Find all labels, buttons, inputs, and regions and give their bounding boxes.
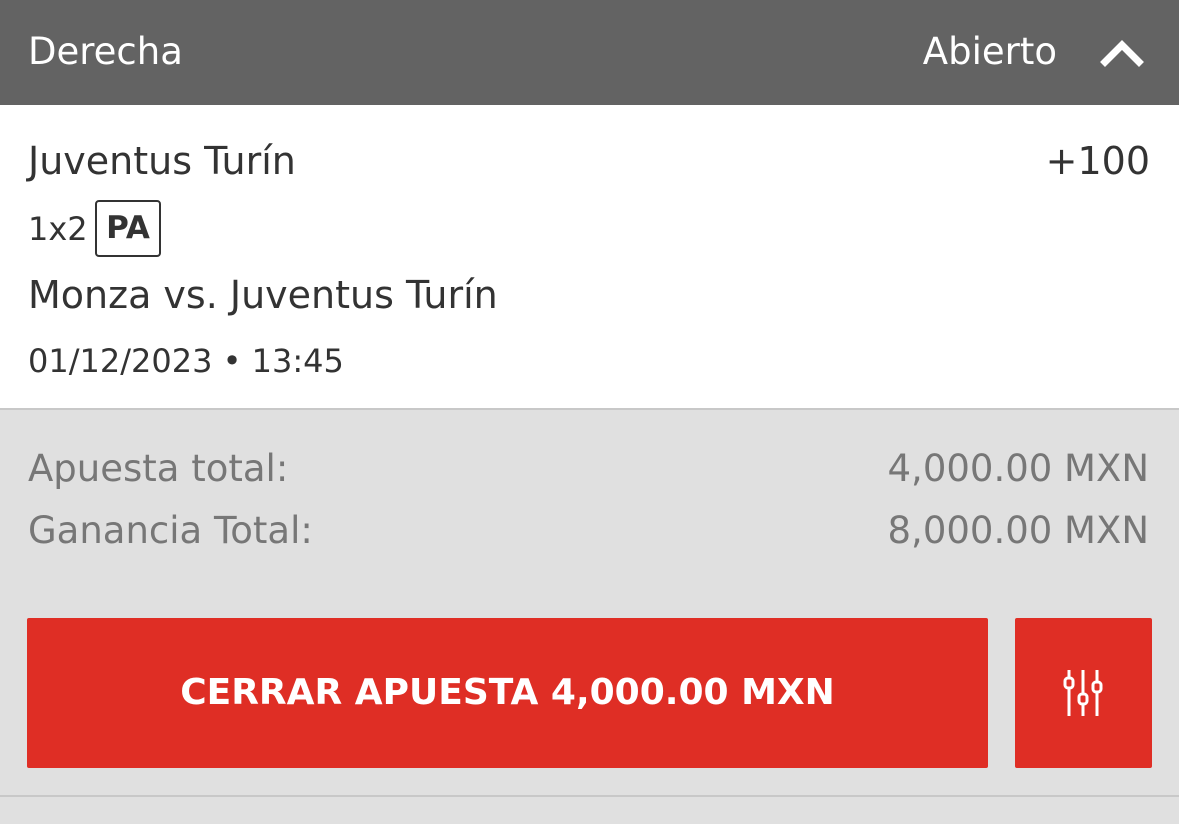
- cashout-settings-button[interactable]: [1015, 618, 1152, 768]
- payout-value: 8,000.00 MXN: [887, 509, 1149, 552]
- cashout-button[interactable]: CERRAR APUESTA 4,000.00 MXN: [27, 618, 988, 768]
- bet-type-title: Derecha: [28, 30, 183, 73]
- sliders-icon: [1063, 670, 1103, 716]
- market-badge: PA: [95, 200, 161, 257]
- event-name: Monza vs. Juventus Turín: [28, 273, 498, 317]
- divider: [0, 408, 1179, 410]
- bet-details: Juventus Turín +100 1x2 PA Monza vs. Juv…: [0, 105, 1179, 408]
- odds-value: +100: [1045, 139, 1150, 183]
- market-name: 1x2: [28, 210, 88, 248]
- selection-name: Juventus Turín: [28, 139, 296, 183]
- event-datetime: 01/12/2023 • 13:45: [28, 342, 344, 380]
- stake-label: Apuesta total:: [28, 447, 289, 490]
- payout-label: Ganancia Total:: [28, 509, 313, 552]
- chevron-up-icon[interactable]: [1100, 36, 1144, 68]
- stake-value: 4,000.00 MXN: [887, 447, 1149, 490]
- divider: [0, 795, 1179, 797]
- bet-status: Abierto: [922, 30, 1057, 73]
- bet-header[interactable]: Derecha Abierto: [0, 0, 1179, 105]
